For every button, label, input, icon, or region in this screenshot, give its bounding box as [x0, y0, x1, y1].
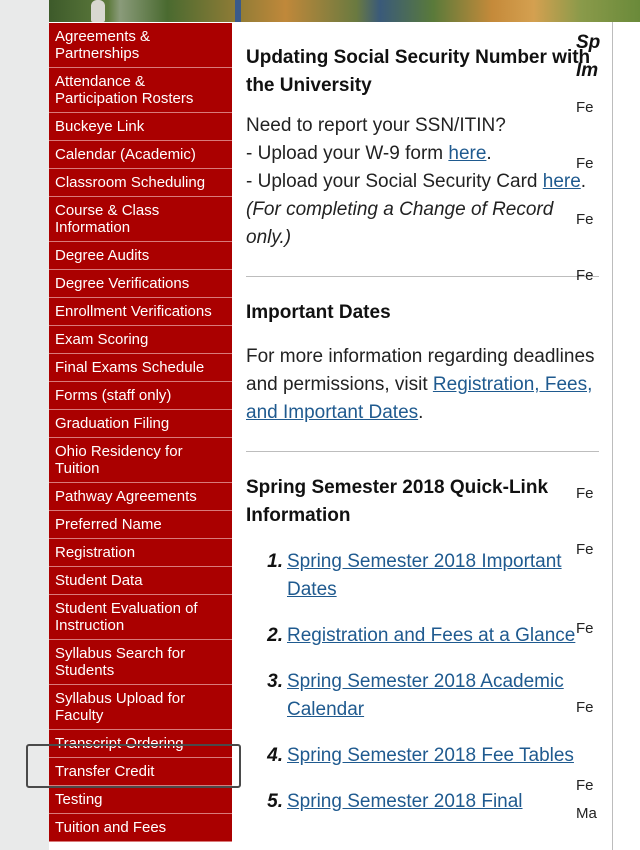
sidebar-item-testing[interactable]: Testing — [49, 786, 232, 814]
ssn-question: Need to report your SSN/ITIN? — [246, 115, 506, 136]
important-dates-body: For more information regarding deadlines… — [246, 343, 600, 427]
w9-text: - Upload your W-9 form — [246, 143, 449, 164]
sidebar-item-ohio-residency[interactable]: Ohio Residency for Tuition — [49, 438, 232, 483]
ssn-section-body: Need to report your SSN/ITIN? - Upload y… — [246, 112, 600, 252]
sidebar-item-agreements[interactable]: Agreements & Partnerships — [49, 23, 232, 68]
ssn-section-title: Updating Social Security Number with the… — [246, 47, 591, 96]
sidebar-item-final-exams[interactable]: Final Exams Schedule — [49, 354, 232, 382]
page: Agreements & Partnerships Attendance & P… — [49, 0, 640, 850]
quicklink-item: 3. Spring Semester 2018 Academic Calenda… — [246, 668, 600, 724]
right-row: Fe — [576, 699, 594, 716]
banner-post-decoration — [91, 0, 105, 22]
quicklink-final[interactable]: Spring Semester 2018 Final — [287, 788, 523, 816]
quicklink-number: 5. — [267, 791, 283, 812]
header-banner-image — [49, 0, 640, 22]
quicklink-number: 3. — [267, 671, 283, 692]
right-column-truncated: Sp Im Fe Fe Fe Fe Fe Fe Fe Fe Fe Ma — [576, 22, 640, 850]
quicklink-item: 1. Spring Semester 2018 Important Dates — [246, 548, 600, 604]
right-row: Fe — [576, 211, 594, 228]
ss-card-note: (For completing a Change of Record only.… — [246, 199, 554, 248]
quicklink-important-dates[interactable]: Spring Semester 2018 Important Dates — [287, 548, 600, 604]
quicklink-item: 5. Spring Semester 2018 Final — [246, 788, 600, 816]
right-row: Fe — [576, 620, 594, 637]
right-row: Ma — [576, 805, 597, 822]
banner-pole-decoration — [235, 0, 241, 22]
sidebar-item-degree-verifications[interactable]: Degree Verifications — [49, 270, 232, 298]
w9-suffix: . — [486, 143, 492, 164]
quicklink-academic-calendar[interactable]: Spring Semester 2018 Academic Calendar — [287, 668, 600, 724]
quicklink-number: 2. — [267, 625, 283, 646]
quicklinks-title: Spring Semester 2018 Quick-Link Informat… — [246, 477, 549, 526]
ss-card-text: - Upload your Social Security Card — [246, 171, 543, 192]
quicklink-fee-tables[interactable]: Spring Semester 2018 Fee Tables — [287, 742, 574, 770]
sidebar-item-syllabus-upload[interactable]: Syllabus Upload for Faculty — [49, 685, 232, 730]
sidebar-item-preferred-name[interactable]: Preferred Name — [49, 511, 232, 539]
sidebar-item-calendar[interactable]: Calendar (Academic) — [49, 141, 232, 169]
sidebar-item-enrollment-verifications[interactable]: Enrollment Verifications — [49, 298, 232, 326]
sidebar-item-transfer-credit[interactable]: Transfer Credit — [49, 758, 232, 786]
right-row: Fe — [576, 485, 594, 502]
sidebar-item-buckeye-link[interactable]: Buckeye Link — [49, 113, 232, 141]
quicklink-number: 4. — [267, 745, 283, 766]
sidebar-item-syllabus-search[interactable]: Syllabus Search for Students — [49, 640, 232, 685]
right-row: Fe — [576, 99, 594, 116]
w9-upload-link[interactable]: here — [448, 143, 486, 164]
right-row: Fe — [576, 155, 594, 172]
sidebar-item-student-data[interactable]: Student Data — [49, 567, 232, 595]
sidebar-item-student-evaluation[interactable]: Student Evaluation of Instruction — [49, 595, 232, 640]
important-dates-section: Important Dates For more information reg… — [246, 277, 600, 427]
sidebar-item-tuition-fees[interactable]: Tuition and Fees — [49, 814, 232, 842]
sidebar-item-graduation-filing[interactable]: Graduation Filing — [49, 410, 232, 438]
ssn-section: Updating Social Security Number with the… — [246, 22, 600, 252]
sidebar-item-forms[interactable]: Forms (staff only) — [49, 382, 232, 410]
important-dates-suffix: . — [418, 402, 424, 423]
sidebar-item-pathway-agreements[interactable]: Pathway Agreements — [49, 483, 232, 511]
quicklink-item: 4. Spring Semester 2018 Fee Tables — [246, 742, 600, 770]
sidebar-item-attendance[interactable]: Attendance & Participation Rosters — [49, 68, 232, 113]
sidebar-nav: Agreements & Partnerships Attendance & P… — [49, 23, 233, 842]
right-heading-line1: Sp — [576, 32, 601, 53]
sidebar-item-registration[interactable]: Registration — [49, 539, 232, 567]
sidebar-item-degree-audits[interactable]: Degree Audits — [49, 242, 232, 270]
quicklink-number: 1. — [267, 551, 283, 572]
sidebar-item-course-class-info[interactable]: Course & Class Information — [49, 197, 232, 242]
right-row: Fe — [576, 267, 594, 284]
quicklink-item: 2. Registration and Fees at a Glance — [246, 622, 600, 650]
sidebar-item-transcript-ordering[interactable]: Transcript Ordering — [49, 730, 232, 758]
right-column-heading: Sp Im — [576, 22, 640, 85]
right-row: Fe — [576, 541, 594, 558]
main-content: Updating Social Security Number with the… — [246, 22, 600, 834]
quicklink-registration-fees[interactable]: Registration and Fees at a Glance — [287, 622, 575, 650]
right-row: Fe — [576, 777, 594, 794]
sidebar-item-classroom-scheduling[interactable]: Classroom Scheduling — [49, 169, 232, 197]
sidebar-item-exam-scoring[interactable]: Exam Scoring — [49, 326, 232, 354]
quicklinks-list: 1. Spring Semester 2018 Important Dates … — [246, 548, 600, 816]
quicklinks-section: Spring Semester 2018 Quick-Link Informat… — [246, 452, 600, 816]
important-dates-title: Important Dates — [246, 302, 391, 323]
right-heading-line2: Im — [576, 60, 599, 81]
